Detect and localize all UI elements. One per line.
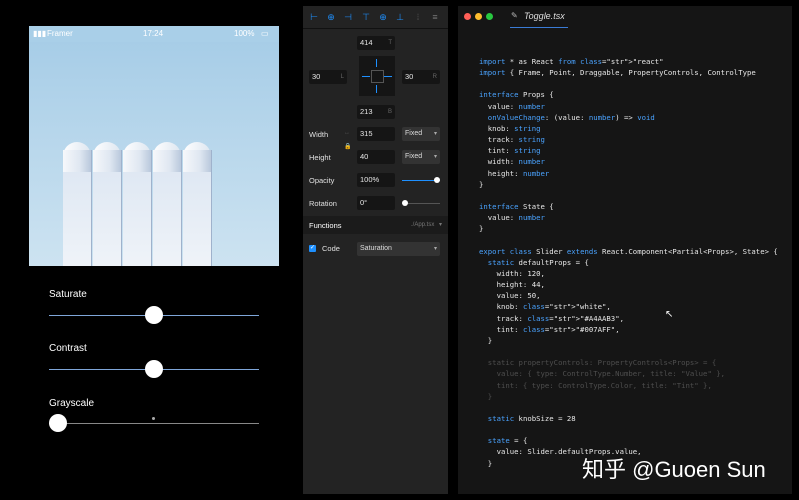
functions-header: Functions ./App.tsx ▾ xyxy=(303,216,448,234)
rotation-input[interactable]: 0° xyxy=(357,196,395,210)
align-center-h-icon[interactable]: ⊕ xyxy=(326,12,336,22)
lock-icon[interactable]: 🔒 xyxy=(344,143,351,150)
rotation-label: Rotation xyxy=(309,199,337,208)
align-left-icon[interactable]: ⊢ xyxy=(309,12,319,22)
left-input[interactable]: 30 L xyxy=(309,70,347,84)
status-bar: ▮▮▮ Framer 17:24 100% ▭ xyxy=(29,26,279,42)
align-center-v-icon[interactable]: ⊕ xyxy=(378,12,388,22)
contrast-knob[interactable] xyxy=(145,360,163,378)
distribute-h-icon[interactable]: ⦙ xyxy=(413,12,423,22)
maximize-window-button[interactable] xyxy=(486,13,493,20)
battery-icon: ▭ xyxy=(261,29,269,38)
contrast-label: Contrast xyxy=(49,343,87,354)
grayscale-label: Grayscale xyxy=(49,398,95,409)
building-photo xyxy=(29,42,279,266)
cursor-dot xyxy=(152,417,155,420)
editor-titlebar: ✎ Toggle.tsx xyxy=(458,6,792,28)
pin-box[interactable] xyxy=(359,56,395,96)
height-mode-select[interactable]: Fixed ▾ xyxy=(402,150,440,164)
watermark: 知乎 @Guoen Sun xyxy=(582,457,766,482)
rotation-slider-knob[interactable] xyxy=(402,200,408,206)
code-editor: ✎ Toggle.tsx import * as React from clas… xyxy=(458,6,792,494)
top-input[interactable]: 414 T xyxy=(357,36,395,50)
chevron-down-icon[interactable]: ▾ xyxy=(439,221,442,228)
opacity-slider-knob[interactable] xyxy=(434,177,440,183)
code-function-select[interactable]: Saturation ▾ xyxy=(357,242,440,256)
grayscale-knob[interactable] xyxy=(49,414,67,432)
signal-icon: ▮▮▮ xyxy=(33,29,47,38)
phone-preview: ▮▮▮ Framer 17:24 100% ▭ Saturate Contras… xyxy=(29,26,279,470)
align-bottom-icon[interactable]: ⊥ xyxy=(395,12,405,22)
right-input[interactable]: 30 R xyxy=(402,70,440,84)
saturate-label: Saturate xyxy=(49,289,87,300)
height-input[interactable]: 40 xyxy=(357,150,395,164)
align-top-icon[interactable]: ⊤ xyxy=(361,12,371,22)
functions-label: Functions xyxy=(309,221,342,230)
chevron-down-icon: ▾ xyxy=(433,131,437,137)
mouse-cursor-icon: ↖ xyxy=(665,309,674,320)
grayscale-track[interactable] xyxy=(49,423,259,424)
editor-tab-title[interactable]: Toggle.tsx xyxy=(524,11,565,21)
properties-panel: ⊢ ⊕ ⊣ ⊤ ⊕ ⊥ ⦙ ≡ 414 T 30 L 30 R 213 B Width … xyxy=(303,6,448,494)
width-mode-select[interactable]: Fixed ▾ xyxy=(402,127,440,141)
battery-label: 100% xyxy=(234,29,255,38)
opacity-input[interactable]: 100% xyxy=(357,173,395,187)
carrier-label: Framer xyxy=(47,29,73,38)
opacity-label: Opacity xyxy=(309,176,335,185)
code-checkbox[interactable]: ✓ xyxy=(309,245,316,252)
functions-file[interactable]: ./App.tsx xyxy=(411,222,434,228)
pencil-icon: ✎ xyxy=(511,11,518,20)
close-window-button[interactable] xyxy=(464,13,471,20)
code-content[interactable]: import * as React from class="str">"reac… xyxy=(479,56,778,469)
height-label: Height xyxy=(309,153,331,162)
width-input[interactable]: 315 xyxy=(357,127,395,141)
distribute-v-icon[interactable]: ≡ xyxy=(430,12,440,22)
chevron-down-icon: ▾ xyxy=(433,154,437,160)
minimize-window-button[interactable] xyxy=(475,13,482,20)
saturate-knob[interactable] xyxy=(145,306,163,324)
align-right-icon[interactable]: ⊣ xyxy=(343,12,353,22)
width-label: Width xyxy=(309,130,329,139)
bottom-input[interactable]: 213 B xyxy=(357,105,395,119)
code-label: Code xyxy=(322,244,340,253)
clock-label: 17:24 xyxy=(143,29,164,38)
chevron-down-icon: ▾ xyxy=(433,246,437,252)
